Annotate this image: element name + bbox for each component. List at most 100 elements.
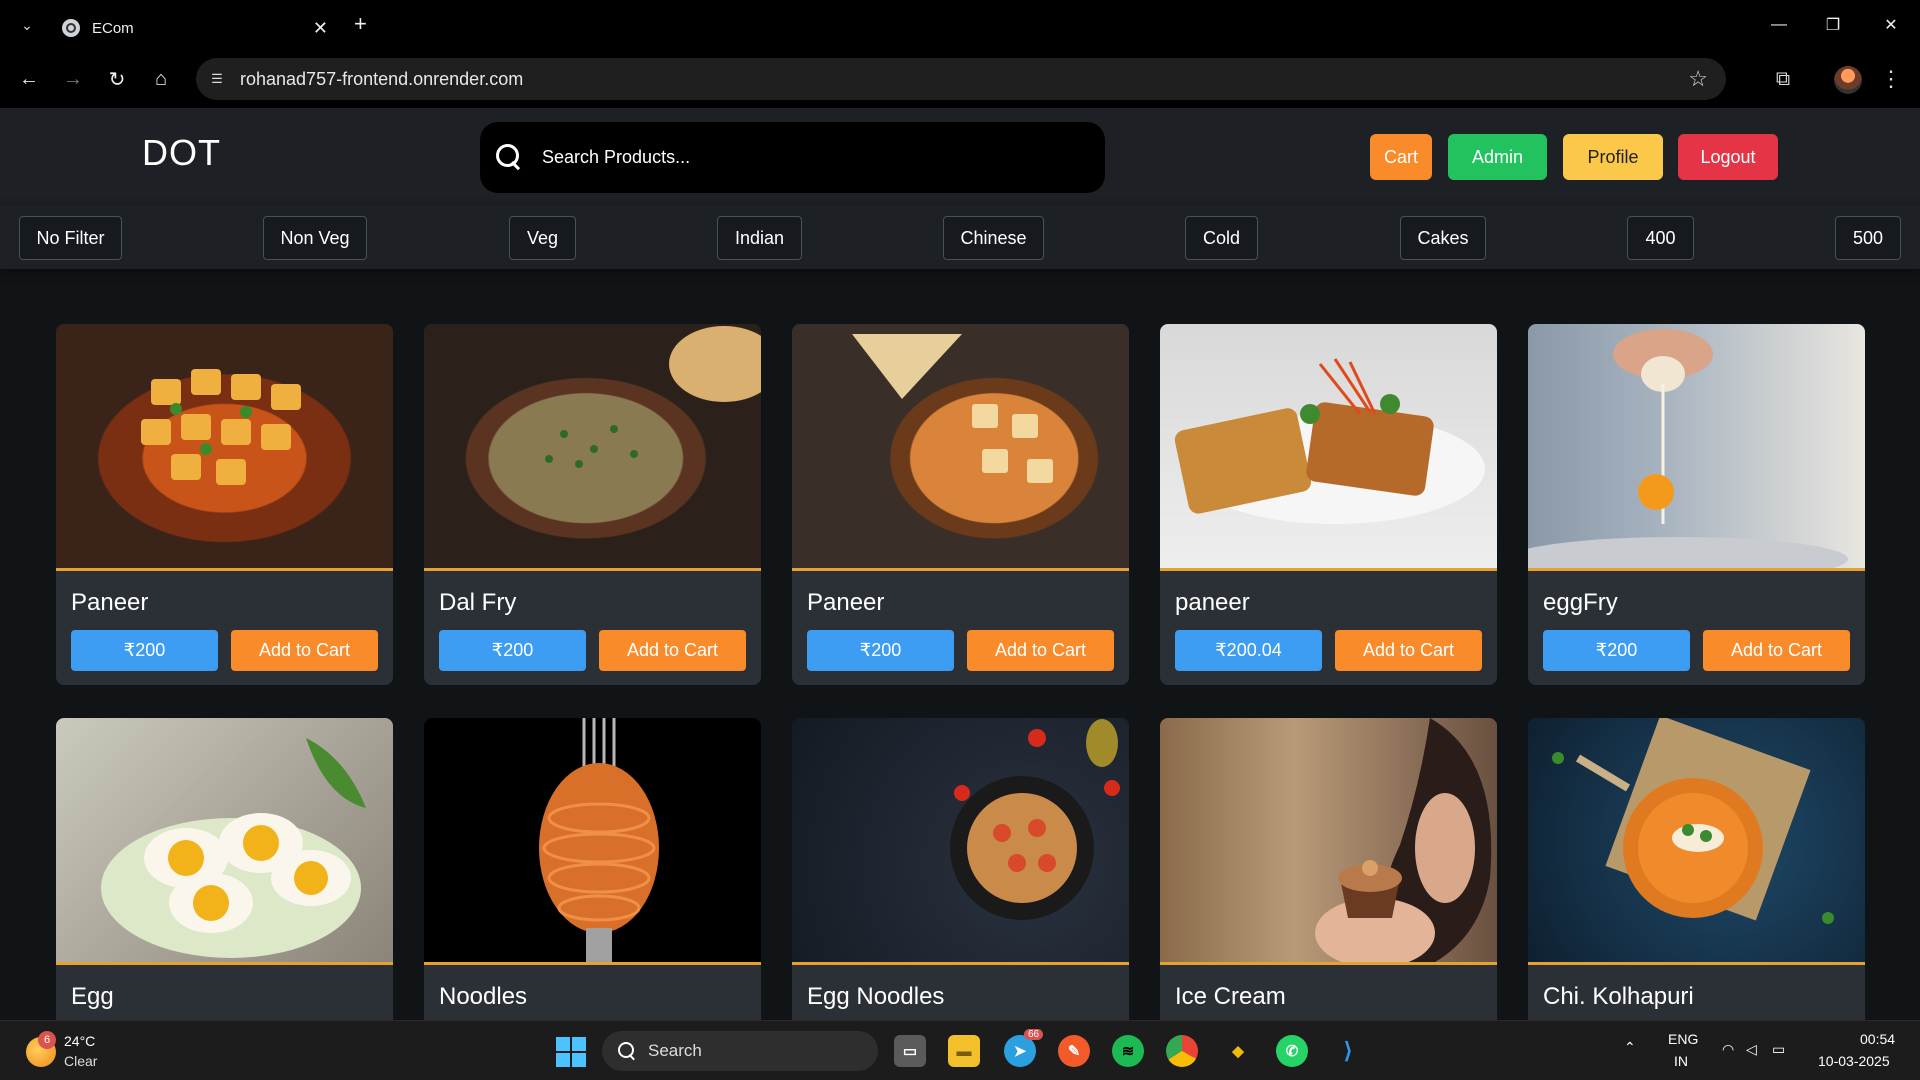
language-bottom[interactable]: IN (1674, 1053, 1688, 1069)
battery-icon[interactable]: ▭ (1772, 1041, 1785, 1058)
product-card: Paneer ₹200 Add to Cart (792, 324, 1129, 685)
address-bar[interactable]: ☰ rohanad757-frontend.onrender.com ☆ (196, 58, 1726, 100)
profile-button[interactable]: Profile (1563, 134, 1663, 180)
bookmark-star-icon[interactable]: ☆ (1688, 66, 1708, 92)
search-input[interactable] (542, 147, 1062, 168)
product-image-grilled-paneer (1160, 324, 1497, 571)
postman-icon[interactable]: ✎ (1058, 1035, 1090, 1067)
tab-close-icon[interactable]: ✕ (313, 18, 328, 39)
forward-arrow-icon[interactable]: → (58, 64, 88, 94)
product-image-egg-cracking (1528, 324, 1865, 571)
filter-veg[interactable]: Veg (509, 216, 576, 260)
wifi-icon[interactable]: ◠ (1722, 1041, 1734, 1058)
product-card: Chi. Kolhapuri (1528, 718, 1865, 1028)
add-to-cart-button[interactable]: Add to Cart (967, 630, 1114, 671)
filter-indian[interactable]: Indian (717, 216, 802, 260)
clock-time[interactable]: 00:54 (1860, 1031, 1895, 1047)
paneer-gravy-graphic (852, 334, 1053, 483)
extensions-puzzle-icon[interactable]: ⧉ (1768, 64, 1798, 94)
egg-noodles-graphic (950, 719, 1120, 920)
product-image-paneer-gravy (792, 324, 1129, 571)
price-button[interactable]: ₹200 (1543, 630, 1690, 671)
product-name: Ice Cream (1175, 983, 1286, 1010)
product-name: eggFry (1543, 589, 1618, 616)
product-card: Dal Fry ₹200 Add to Cart (424, 324, 761, 685)
taskbar-search-label: Search (648, 1041, 702, 1060)
task-view-icon[interactable]: ▭ (894, 1035, 926, 1067)
filter-cakes[interactable]: Cakes (1400, 216, 1486, 260)
add-to-cart-button[interactable]: Add to Cart (1703, 630, 1850, 671)
binance-icon[interactable]: ◆ (1222, 1035, 1254, 1067)
tray-chevron-up-icon[interactable]: ⌃ (1624, 1039, 1636, 1056)
chrome-icon[interactable] (1166, 1035, 1198, 1067)
product-name: Noodles (439, 983, 528, 1010)
egg-cracking-graphic (1528, 329, 1848, 568)
clock-date[interactable]: 10-03-2025 (1818, 1053, 1890, 1069)
restore-icon[interactable]: ❐ (1818, 10, 1848, 40)
admin-button[interactable]: Admin (1448, 134, 1547, 180)
add-to-cart-button[interactable]: Add to Cart (231, 630, 378, 671)
filter-non-veg[interactable]: Non Veg (263, 216, 367, 260)
product-card: Ice Cream (1160, 718, 1497, 1028)
url-text[interactable]: rohanad757-frontend.onrender.com (240, 69, 1688, 90)
add-to-cart-button[interactable]: Add to Cart (599, 630, 746, 671)
product-image-dal-fry (424, 324, 761, 571)
paneer-cubes-graphic (141, 369, 301, 485)
add-to-cart-button[interactable]: Add to Cart (1335, 630, 1482, 671)
noodles-fork-graphic (539, 718, 659, 962)
search-icon[interactable] (496, 143, 524, 172)
price-button[interactable]: ₹200 (439, 630, 586, 671)
whatsapp-icon[interactable]: ✆ (1276, 1035, 1308, 1067)
weather-temperature[interactable]: 24°C (64, 1033, 95, 1049)
reload-icon[interactable]: ↻ (102, 64, 132, 94)
price-button[interactable]: ₹200 (807, 630, 954, 671)
tab-title: ECom (92, 19, 134, 37)
volume-icon[interactable]: ◁ (1746, 1041, 1757, 1058)
product-image-egg-noodles (792, 718, 1129, 965)
product-card: paneer ₹200.04 Add to Cart (1160, 324, 1497, 685)
app-header: DOT Cart Admin Profile Logout (0, 108, 1920, 205)
windows-taskbar: 6 24°C Clear Search ▭ ▬ ➤ 66 ✎ ≋ ◆ ✆ ⟩ ⌃… (0, 1020, 1920, 1080)
product-name: Dal Fry (439, 589, 517, 616)
home-icon[interactable]: ⌂ (146, 64, 176, 94)
kolhapuri-soup-graphic (1552, 718, 1834, 924)
windows-start-icon[interactable] (556, 1037, 586, 1067)
filter-no-filter[interactable]: No Filter (19, 216, 122, 260)
price-button[interactable]: ₹200 (71, 630, 218, 671)
telegram-badge: 66 (1024, 1029, 1044, 1040)
site-logo[interactable]: DOT (142, 132, 221, 174)
product-image-ice-cream (1160, 718, 1497, 965)
weather-condition[interactable]: Clear (64, 1053, 97, 1069)
price-button[interactable]: ₹200.04 (1175, 630, 1322, 671)
product-name: Chi. Kolhapuri (1543, 983, 1694, 1010)
logout-button[interactable]: Logout (1678, 134, 1778, 180)
minimize-icon[interactable]: — (1764, 10, 1794, 40)
woman-cupcake-graphic (1315, 718, 1492, 962)
profile-avatar[interactable] (1834, 66, 1862, 94)
file-explorer-icon[interactable]: ▬ (948, 1035, 980, 1067)
product-name: Egg Noodles (807, 983, 945, 1010)
spotify-icon[interactable]: ≋ (1112, 1035, 1144, 1067)
taskbar-search[interactable]: Search (602, 1031, 878, 1071)
product-name: Paneer (807, 589, 885, 616)
grilled-paneer-graphic (1174, 358, 1485, 524)
product-image-paneer-curry (56, 324, 393, 571)
cart-button[interactable]: Cart (1370, 134, 1432, 180)
filter-500[interactable]: 500 (1835, 216, 1901, 260)
product-card: eggFry ₹200 Add to Cart (1528, 324, 1865, 685)
filter-chinese[interactable]: Chinese (943, 216, 1044, 260)
dal-garnish-graphic (545, 326, 761, 468)
weather-badge: 6 (38, 1031, 56, 1049)
filter-400[interactable]: 400 (1627, 216, 1694, 260)
filter-cold[interactable]: Cold (1185, 216, 1258, 260)
browser-tab[interactable]: ECom ✕ (50, 6, 340, 50)
tab-list-chevron-icon[interactable]: ⌄ (14, 12, 40, 38)
vscode-icon[interactable]: ⟩ (1332, 1035, 1364, 1067)
close-window-icon[interactable]: ✕ (1876, 10, 1906, 40)
site-info-icon[interactable]: ☰ (204, 66, 230, 92)
new-tab-plus-icon[interactable]: + (354, 12, 367, 36)
back-arrow-icon[interactable]: ← (14, 64, 44, 94)
browser-menu-icon[interactable]: ⋮ (1880, 64, 1902, 94)
language-top[interactable]: ENG (1668, 1031, 1698, 1047)
product-card: Egg (56, 718, 393, 1028)
